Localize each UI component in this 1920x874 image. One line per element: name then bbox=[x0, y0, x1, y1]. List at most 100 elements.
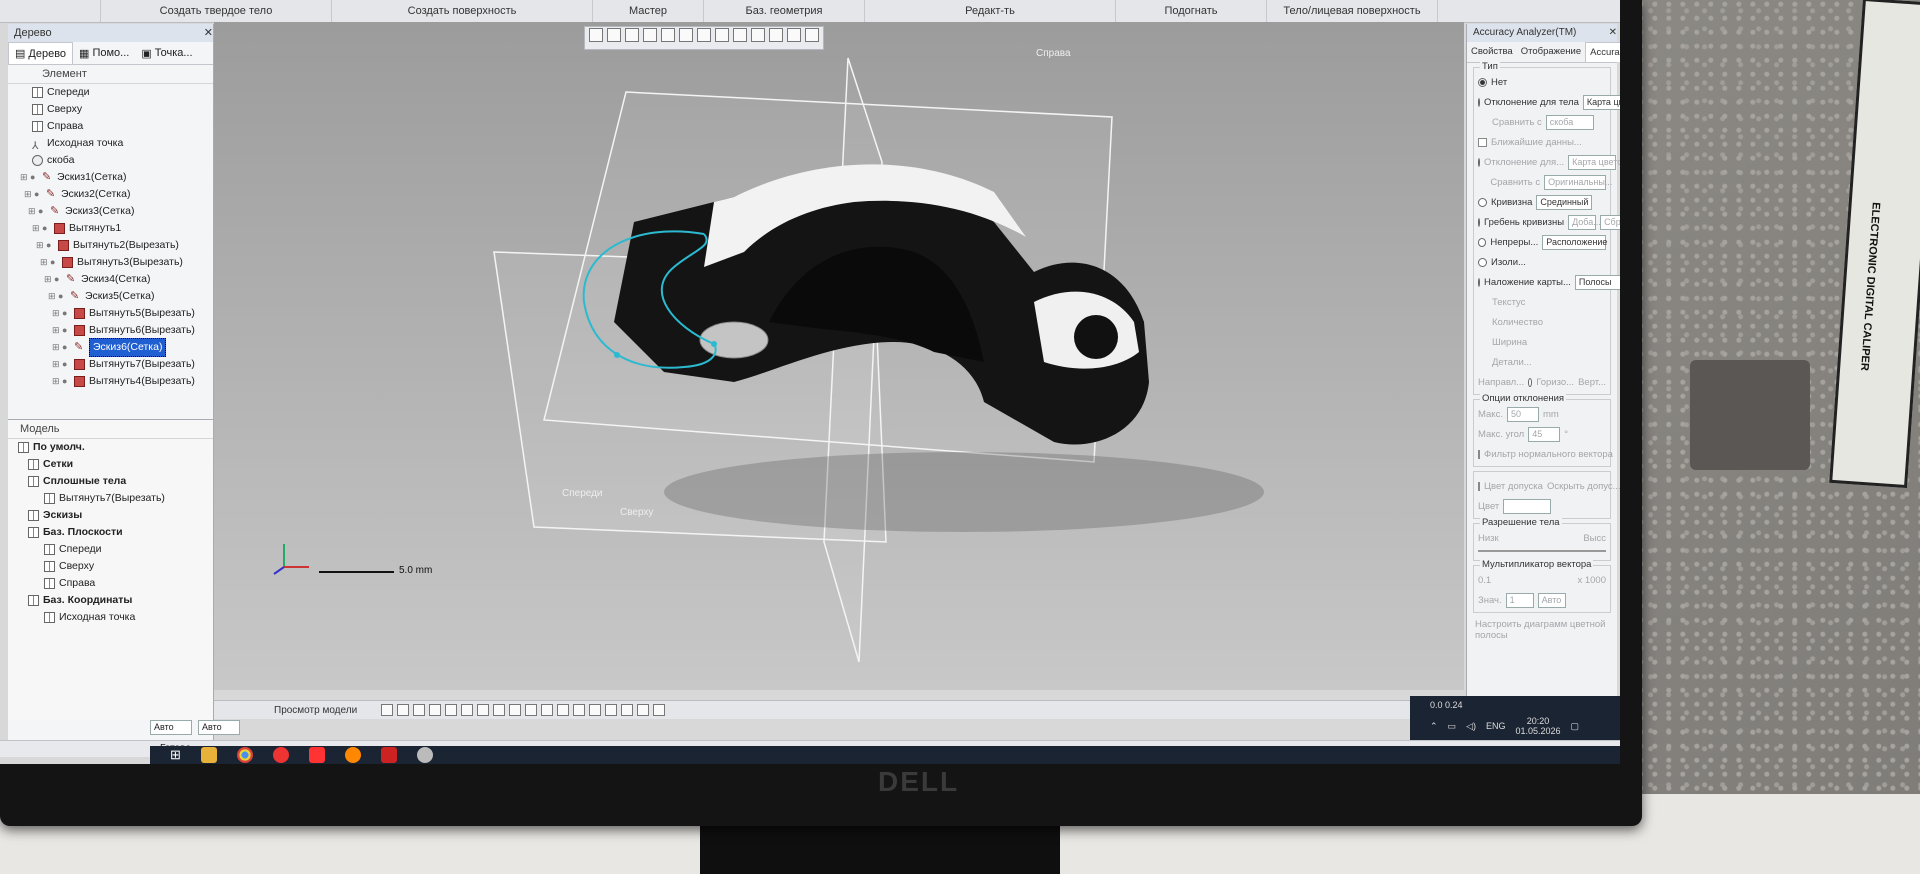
tab-point[interactable]: ▣ Точка... bbox=[135, 42, 198, 64]
tree-item[interactable]: ⊞ ● Вытянуть2(Вырезать) bbox=[14, 237, 213, 254]
model-item[interactable]: Справа bbox=[14, 575, 213, 592]
bottom-tool-icon[interactable] bbox=[429, 704, 442, 716]
bottom-tool-icon[interactable] bbox=[445, 704, 458, 716]
expand-icon[interactable]: ⊞ ● bbox=[36, 237, 54, 254]
radio-none[interactable] bbox=[1478, 77, 1487, 87]
expand-icon[interactable]: ⊞ ● bbox=[44, 271, 62, 288]
radio-continuity[interactable] bbox=[1478, 237, 1487, 247]
ribbon-create-solid[interactable]: Создать твердое тело bbox=[101, 0, 332, 22]
bottom-tool-icon[interactable] bbox=[621, 704, 634, 716]
tree-item[interactable]: ⊞ ● Вытянуть6(Вырезать) bbox=[14, 322, 213, 339]
close-icon[interactable]: ✕ bbox=[1609, 24, 1617, 42]
file-explorer-icon[interactable] bbox=[200, 747, 217, 763]
expand-icon[interactable]: ⊞ ● bbox=[28, 203, 46, 220]
yandex-browser-icon[interactable] bbox=[272, 747, 289, 763]
bottom-tool-icon[interactable] bbox=[541, 704, 554, 716]
sketch-point[interactable] bbox=[711, 341, 717, 347]
tree-item[interactable]: ⊞ ● Вытянуть4(Вырезать) bbox=[14, 373, 213, 390]
tree-item[interactable]: ⊞ ● ✎ Эскиз5(Сетка) bbox=[14, 288, 213, 305]
tree-item[interactable]: ⊞ ● Вытянуть7(Вырезать) bbox=[14, 356, 213, 373]
expand-icon[interactable]: ⊞ ● bbox=[20, 169, 38, 186]
filter-checkbox[interactable] bbox=[1478, 449, 1480, 459]
tree-item[interactable]: ⊞ ● Вытянуть3(Вырезать) bbox=[14, 254, 213, 271]
tree-item[interactable]: ⊞ ● Вытянуть1 bbox=[14, 220, 213, 237]
bottom-tool-icon[interactable] bbox=[509, 704, 522, 716]
auto-select-1[interactable]: Авто bbox=[150, 720, 192, 735]
volume-icon[interactable]: ◁) bbox=[1466, 721, 1476, 732]
model-item[interactable]: Сплошные тела bbox=[14, 473, 213, 490]
colorbar-settings-link[interactable]: Настроить диаграмм цветной полосы bbox=[1467, 617, 1617, 643]
bottom-tool-icon[interactable] bbox=[381, 704, 394, 716]
bottom-tool-icon[interactable] bbox=[557, 704, 570, 716]
tree-item[interactable]: ⊞ ● Вытянуть5(Вырезать) bbox=[14, 305, 213, 322]
tree-item[interactable]: ⊞ ● ✎ Эскиз6(Сетка) bbox=[14, 338, 213, 357]
expand-icon[interactable]: ⊞ ● bbox=[32, 220, 50, 237]
expand-icon[interactable]: ⊞ ● bbox=[40, 254, 58, 271]
comb-add-button[interactable]: Доба... bbox=[1568, 214, 1601, 230]
ribbon-create-surface[interactable]: Создать поверхность bbox=[332, 0, 593, 22]
model-item[interactable]: Эскизы bbox=[14, 507, 213, 524]
radio-deviation-for[interactable] bbox=[1478, 157, 1480, 167]
model-item[interactable]: По умолч. bbox=[14, 439, 213, 456]
tolerance-color-checkbox[interactable] bbox=[1478, 481, 1480, 491]
tree-item[interactable]: Сверху bbox=[14, 101, 213, 118]
radio-horizontal[interactable] bbox=[1528, 377, 1533, 387]
chevron-up-icon[interactable]: ⌃ bbox=[1430, 721, 1438, 732]
close-icon[interactable]: ✕ bbox=[204, 24, 213, 42]
app-icon[interactable] bbox=[344, 747, 361, 763]
ribbon-edit[interactable]: Редакт-ть bbox=[865, 0, 1116, 22]
expand-icon[interactable]: ⊞ ● bbox=[52, 356, 70, 373]
bottom-tool-icon[interactable] bbox=[413, 704, 426, 716]
bottom-tool-icon[interactable] bbox=[589, 704, 602, 716]
color-select[interactable] bbox=[1503, 498, 1552, 514]
model-item[interactable]: Баз. Плоскости bbox=[14, 524, 213, 541]
expand-icon[interactable]: ⊞ ● bbox=[52, 322, 70, 339]
tree-item[interactable]: ⅄ Исходная точка bbox=[14, 135, 213, 152]
radio-curvature-comb[interactable] bbox=[1478, 217, 1480, 227]
expand-icon[interactable]: ⊞ ● bbox=[24, 186, 42, 203]
tab-tree[interactable]: ▤ Дерево bbox=[8, 42, 74, 64]
network-icon[interactable]: ▭ bbox=[1448, 721, 1457, 732]
ribbon-base-geometry[interactable]: Баз. геометрия bbox=[704, 0, 865, 22]
max-input[interactable]: 50 bbox=[1506, 406, 1539, 422]
expand-icon[interactable]: ⊞ ● bbox=[52, 305, 70, 322]
multiplier-auto-button[interactable]: Авто bbox=[1537, 592, 1566, 608]
radio-overlay[interactable] bbox=[1478, 277, 1480, 287]
tree-item[interactable]: Справа bbox=[14, 118, 213, 135]
notification-icon[interactable]: ▢ bbox=[1571, 721, 1580, 732]
bottom-tool-icon[interactable] bbox=[653, 704, 666, 716]
bottom-tool-icon[interactable] bbox=[573, 704, 586, 716]
compare-with2-select[interactable]: Оригинальны... bbox=[1544, 174, 1612, 190]
expand-icon[interactable]: ⊞ ● bbox=[52, 339, 70, 356]
overlay-select[interactable]: Полосы bbox=[1574, 274, 1620, 290]
bottom-tool-icon[interactable] bbox=[461, 704, 474, 716]
tab-display[interactable]: Отображение bbox=[1517, 42, 1585, 62]
tab-accuracy[interactable]: Accuracy Analyz... bbox=[1585, 42, 1620, 62]
model-item[interactable]: Исходная точка bbox=[14, 609, 213, 626]
curvature-select[interactable]: Срединный bbox=[1536, 194, 1593, 210]
tab-help[interactable]: ▦ Помо... bbox=[73, 42, 135, 64]
tree-item[interactable]: ⊞ ● ✎ Эскиз2(Сетка) bbox=[14, 186, 213, 203]
radio-curvature[interactable] bbox=[1478, 197, 1487, 207]
model-item[interactable]: Вытянуть7(Вырезать) bbox=[14, 490, 213, 507]
comb-reset-button[interactable]: Сброс bbox=[1600, 214, 1620, 230]
auto-select-2[interactable]: Авто bbox=[198, 720, 240, 735]
tree-item[interactable]: скоба bbox=[14, 152, 213, 169]
ribbon-body-face[interactable]: Тело/лицевая поверхность bbox=[1267, 0, 1438, 22]
tree-item[interactable]: Спереди bbox=[14, 84, 213, 101]
bottom-tool-icon[interactable] bbox=[477, 704, 490, 716]
body-deviation-select[interactable]: Карта цветов bbox=[1582, 94, 1620, 110]
continuity-select[interactable]: Расположение bbox=[1542, 234, 1607, 250]
tree-item[interactable]: ⊞ ● ✎ Эскиз3(Сетка) bbox=[14, 203, 213, 220]
expand-icon[interactable]: ⊞ ● bbox=[48, 288, 66, 305]
nearest-checkbox[interactable] bbox=[1478, 137, 1487, 147]
sketch-point[interactable] bbox=[614, 352, 620, 358]
max-angle-input[interactable]: 45 bbox=[1528, 426, 1561, 442]
radio-isolines[interactable] bbox=[1478, 257, 1487, 267]
tree-item[interactable]: ⊞ ● ✎ Эскиз4(Сетка) bbox=[14, 271, 213, 288]
model-item[interactable]: Сетки bbox=[14, 456, 213, 473]
language-indicator[interactable]: ENG bbox=[1486, 721, 1506, 731]
bottom-tool-icon[interactable] bbox=[525, 704, 538, 716]
clock[interactable]: 20:20 01.05.2026 bbox=[1516, 716, 1561, 736]
yandex-icon[interactable] bbox=[308, 747, 325, 763]
